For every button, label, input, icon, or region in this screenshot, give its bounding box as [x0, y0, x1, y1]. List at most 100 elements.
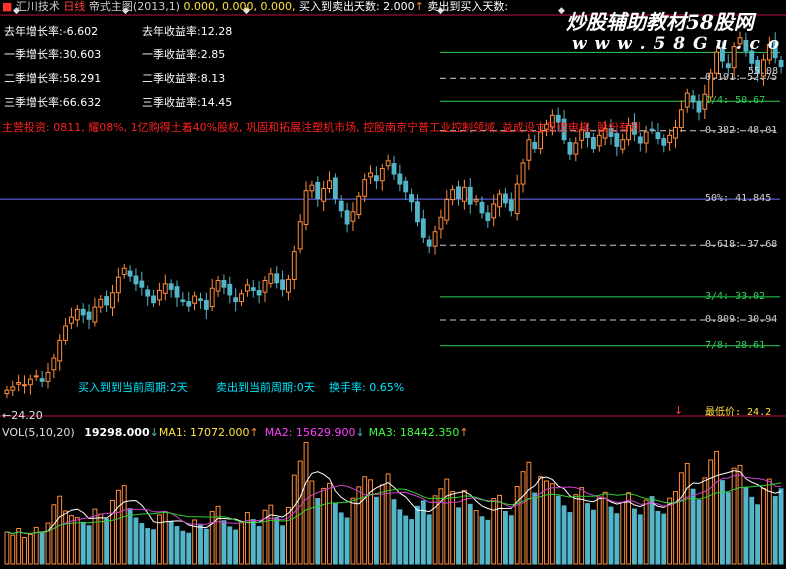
volume-bar [280, 525, 286, 565]
volume-bar [731, 467, 737, 565]
menu-icon[interactable]: ■ [2, 0, 12, 13]
down-arrow-icon: ↓ [149, 426, 159, 439]
candle-body [350, 211, 356, 222]
candle-body [256, 289, 262, 296]
volume-bar [110, 499, 115, 565]
volume-bar [508, 515, 514, 565]
volume-bar [596, 496, 602, 565]
candle-body [379, 168, 385, 182]
candle-body [315, 181, 321, 199]
candle-body [16, 382, 22, 385]
q1-growth: 一季增长率:30.603 [4, 48, 102, 61]
fib-top-label: 55.08 [748, 66, 779, 77]
up-arrow-icon: ↑ [249, 426, 259, 439]
candle-body [403, 180, 409, 193]
volume-bar [373, 496, 379, 565]
candle-body [39, 378, 45, 382]
volume-bar [643, 499, 649, 565]
candle-body [27, 378, 33, 386]
candlestick-chart[interactable]: ◆ ◆ ◆ ◆ ◆ ↓ [0, 0, 786, 566]
candle-body [180, 299, 186, 303]
volume-bar [514, 485, 520, 565]
volume-bar [555, 495, 561, 565]
candle-body [327, 180, 332, 190]
volume-bar [86, 525, 92, 565]
fib-label: 0.809: 30.94 [705, 313, 778, 325]
volume-bar [708, 459, 714, 565]
volume-bar [16, 528, 22, 565]
volume-bar [602, 491, 608, 565]
volume-bar [338, 512, 344, 565]
volume-bar [626, 492, 632, 565]
volume-bar [168, 521, 174, 565]
volume-bar [344, 517, 350, 565]
q2-return: 二季收益率:8.13 [142, 72, 226, 85]
up-arrow-icon: ↑ [414, 0, 424, 13]
volume-indicator-name[interactable]: VOL(5,10,20) [2, 426, 75, 439]
volume-bar [385, 473, 391, 565]
candle-body [92, 306, 98, 323]
candle-body [514, 183, 520, 214]
fib-label: 50%: 41.845 [705, 193, 772, 205]
title-bar: ■ 汇川技术 日线 帝式主图(2013,1) 0.000, 0.000, 0.0… [2, 0, 508, 14]
indicator-name[interactable]: 帝式主图(2013,1) [89, 0, 180, 13]
volume-bar [497, 494, 502, 565]
candle-body [268, 273, 274, 284]
ma1-value: MA1: 17072.000 [158, 426, 250, 439]
volume-bar [608, 506, 614, 565]
buy-to-sell-days: 买入到卖出天数: 2.000 [298, 0, 415, 13]
volume-bar [379, 484, 385, 565]
volume-bar [590, 509, 596, 565]
chart-stage: ◆ ◆ ◆ ◆ ◆ ↓ ■ 汇川技术 日线 帝式主图(2013,1) 0.000, 0.… [0, 0, 786, 566]
volume-bar [174, 526, 180, 565]
candle-body [362, 179, 368, 197]
candle-body [309, 184, 315, 192]
volume-bar [719, 480, 725, 565]
candle-body [373, 175, 379, 182]
volume-bar [186, 532, 192, 565]
volume-bar [684, 462, 690, 565]
volume-bar [772, 496, 778, 565]
stock-name[interactable]: 汇川技术 [16, 0, 60, 13]
volume-bar [239, 522, 244, 565]
candle-body [520, 162, 526, 185]
last-year-return: 去年收益率:12.28 [142, 25, 233, 38]
candle-body [397, 173, 403, 185]
candle-body [291, 251, 297, 280]
volume-bar [678, 472, 684, 565]
candle-body [86, 311, 92, 320]
volume-bar [749, 496, 755, 565]
volume-bar [327, 482, 332, 565]
candle-body [162, 283, 168, 294]
candle-body [420, 218, 426, 238]
candle-body [321, 188, 327, 202]
period-label[interactable]: 日线 [63, 0, 85, 13]
volume-bar [291, 474, 297, 565]
volume-bar [573, 494, 579, 565]
candle-body [203, 299, 209, 310]
volume-bar [620, 501, 626, 565]
volume-bar [92, 508, 98, 565]
candle-body [614, 133, 620, 147]
down-arrow-icon: ↓ [355, 426, 365, 439]
volume-bar [274, 517, 280, 565]
candle-body [497, 193, 502, 208]
candle-body [661, 138, 667, 146]
volume-bar [444, 478, 450, 565]
candle-body [444, 199, 450, 221]
q2-growth: 二季增长率:58.291 [4, 72, 102, 85]
volume-bar [145, 528, 151, 565]
candle-body [438, 216, 444, 230]
candle-body [637, 136, 643, 144]
volume-bar [362, 476, 368, 565]
turnover-rate: 换手率: 0.65% [329, 381, 405, 394]
candle-body [104, 296, 110, 306]
volume-bar [22, 537, 27, 565]
candle-body [74, 308, 80, 321]
volume-bar [502, 510, 508, 565]
volume-bar [415, 505, 420, 565]
candle-body [127, 270, 133, 277]
candle-body [596, 134, 602, 147]
candle-body [714, 51, 719, 74]
candle-body [526, 139, 532, 161]
